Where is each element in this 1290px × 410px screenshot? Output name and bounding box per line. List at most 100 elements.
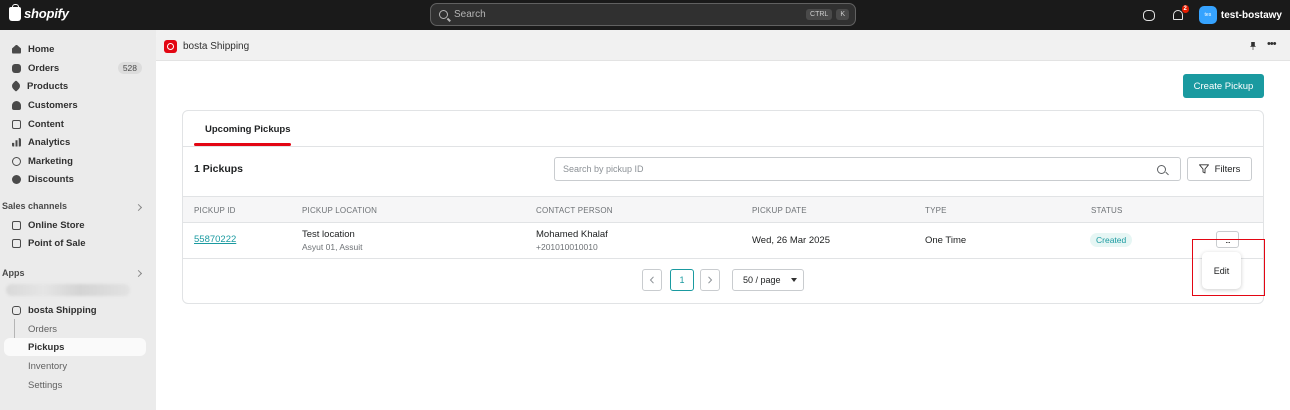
sidebar-subitem-settings[interactable]: Settings [4, 376, 146, 394]
tab-upcoming-pickups[interactable]: Upcoming Pickups [205, 124, 291, 135]
pickup-id-search-input[interactable]: Search by pickup ID [554, 157, 1181, 181]
orders-icon [12, 63, 21, 73]
chevron-right-icon[interactable] [134, 269, 143, 278]
sidebar-item-analytics[interactable]: Analytics [4, 133, 146, 151]
sidebar-subitem-label: Orders [28, 323, 58, 335]
global-search[interactable]: Search CTRL K [430, 3, 856, 26]
sidebar-item-label: Products [27, 80, 69, 92]
sidebar-subitem-pickups[interactable]: Pickups [4, 338, 146, 356]
notification-count: 2 [1181, 5, 1189, 13]
chevron-right-icon [708, 276, 713, 284]
pickups-count: 1 Pickups [194, 163, 244, 175]
person-icon [12, 100, 21, 110]
store-avatar[interactable]: tes [1198, 6, 1217, 24]
pickup-id-link[interactable]: 55870222 [194, 234, 236, 245]
sidebar-subitem-orders[interactable]: Orders [4, 320, 146, 338]
contact-person-phone: +201010010010 [536, 242, 598, 252]
sidebar: Home Orders 528 Products Customers Conte… [0, 30, 156, 410]
page-size-value: 50 / page [743, 275, 781, 285]
search-placeholder: Search by pickup ID [563, 164, 644, 174]
pickup-type: One Time [925, 235, 967, 246]
sidebar-item-label: Discounts [28, 173, 74, 185]
sidebar-item-label: Customers [28, 99, 78, 111]
sidebar-item-label: Content [28, 118, 64, 130]
sidebar-item-point-of-sale[interactable]: Point of Sale [4, 234, 146, 252]
next-page-button[interactable] [700, 269, 720, 291]
sidebar-item-label: bosta Shipping [28, 304, 97, 316]
notifications-bell-icon[interactable]: 2 [1172, 5, 1189, 20]
search-icon [1157, 164, 1166, 174]
topbar-actions: 2 tes test-bostawy [1142, 0, 1290, 30]
filters-button[interactable]: Filters [1187, 157, 1252, 181]
search-icon [439, 10, 448, 19]
store-icon [12, 220, 21, 230]
main-content: bosta Shipping ••• Create Pickup Upcomin… [156, 30, 1290, 410]
more-actions-icon[interactable]: ••• [1267, 38, 1277, 50]
tab-divider [183, 146, 1263, 147]
sales-channels-heading: Sales channels [2, 201, 68, 211]
home-icon [12, 44, 21, 54]
sidebar-item-label: Home [28, 43, 55, 55]
shortcut-key-k: K [836, 9, 849, 20]
contact-person-name: Mohamed Khalaf [536, 229, 608, 240]
sidebar-item-label: Analytics [28, 136, 71, 148]
blurred-app-item[interactable] [6, 284, 130, 296]
column-header-pickup-date: PICKUP DATE [752, 206, 807, 215]
sidebar-item-marketing[interactable]: Marketing [4, 152, 146, 170]
chevron-right-icon[interactable] [134, 203, 143, 212]
table-header: PICKUP ID PICKUP LOCATION CONTACT PERSON… [183, 196, 1263, 223]
sidebar-item-products[interactable]: Products [4, 77, 146, 95]
sidebar-item-label: Online Store [28, 219, 85, 231]
column-header-pickup-id: PICKUP ID [194, 206, 236, 215]
bosta-logo-icon [164, 40, 177, 53]
sidebar-item-customers[interactable]: Customers [4, 96, 146, 114]
pickup-location-name: Test location [302, 229, 355, 240]
pickup-location-address: Asyut 01, Assuit [302, 242, 363, 252]
sidebar-item-home[interactable]: Home [4, 40, 146, 58]
shopify-logo[interactable]: shopify [9, 3, 69, 21]
database-icon[interactable] [1142, 9, 1155, 21]
shortcut-key-ctrl: CTRL [806, 9, 833, 20]
caret-down-icon [790, 278, 797, 282]
search-placeholder: Search [454, 9, 486, 20]
pin-icon[interactable] [1250, 42, 1256, 50]
column-header-type: TYPE [925, 206, 947, 215]
sidebar-item-label: Point of Sale [28, 237, 86, 249]
sidebar-subitem-label: Pickups [28, 341, 65, 353]
content-icon [12, 119, 21, 129]
column-header-pickup-location: PICKUP LOCATION [302, 206, 378, 215]
sidebar-item-discounts[interactable]: Discounts [4, 170, 146, 188]
sidebar-item-label: Marketing [28, 155, 73, 167]
app-icon [12, 305, 21, 315]
apps-heading: Apps [2, 268, 25, 278]
brand-name: shopify [24, 6, 69, 21]
store-name[interactable]: test-bostawy [1221, 10, 1282, 21]
filters-label: Filters [1214, 163, 1241, 175]
sidebar-item-online-store[interactable]: Online Store [4, 216, 146, 234]
pickups-card: Upcoming Pickups 1 Pickups Search by pic… [182, 110, 1264, 304]
bar-chart-icon [12, 137, 21, 147]
tag-icon [10, 80, 22, 92]
filter-icon [1198, 164, 1209, 174]
shopify-bag-icon [9, 3, 21, 21]
sidebar-subitem-label: Inventory [28, 360, 68, 372]
top-bar: shopify Search CTRL K 2 tes test-bostawy [0, 0, 1290, 30]
pos-icon [12, 238, 21, 248]
sidebar-item-label: Orders [28, 62, 60, 74]
sidebar-subitem-inventory[interactable]: Inventory [4, 357, 146, 375]
highlight-annotation-box [1192, 239, 1265, 296]
create-pickup-button[interactable]: Create Pickup [1183, 74, 1264, 98]
app-title: bosta Shipping [183, 41, 250, 52]
page-number-button[interactable]: 1 [670, 269, 694, 291]
chevron-left-icon [649, 276, 654, 284]
sidebar-item-orders[interactable]: Orders 528 [4, 59, 146, 77]
sidebar-item-bosta-shipping[interactable]: bosta Shipping [4, 301, 146, 319]
app-header: bosta Shipping ••• [156, 30, 1290, 61]
column-header-status: STATUS [1091, 206, 1123, 215]
sidebar-item-content[interactable]: Content [4, 115, 146, 133]
table-row: 55870222 Test location Asyut 01, Assuit … [183, 223, 1263, 259]
page-size-select[interactable]: 50 / page [732, 269, 804, 291]
prev-page-button[interactable] [642, 269, 662, 291]
discount-icon [12, 174, 21, 184]
sidebar-subitem-label: Settings [28, 379, 63, 391]
